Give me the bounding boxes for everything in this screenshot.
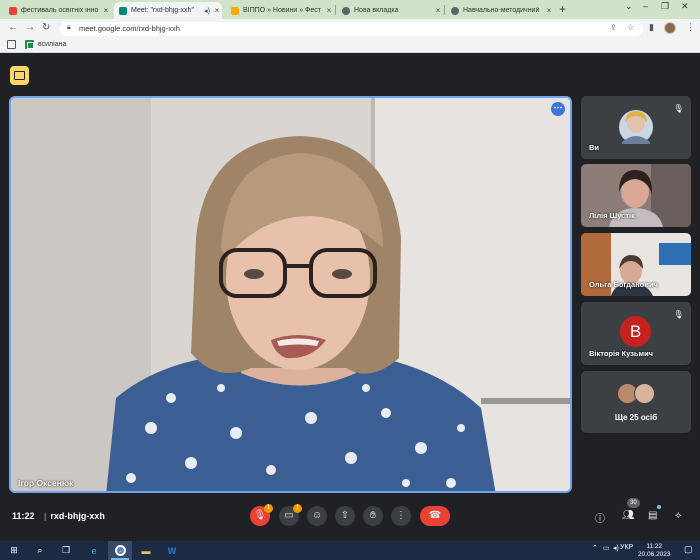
leave-call-button[interactable]: ☎︎ (420, 506, 450, 526)
close-tab-icon[interactable]: × (101, 6, 111, 15)
tab-title: ВІППО » Новини » Фест (243, 7, 321, 14)
task-view-icon[interactable]: ❐ (54, 541, 78, 560)
avatar (634, 383, 655, 404)
participant-name: Ольга Богданович (589, 280, 658, 289)
back-icon[interactable]: ← (8, 22, 18, 33)
share-icon[interactable]: ⇪ (610, 23, 617, 32)
taskbar-date: 20.06.2023 (638, 551, 671, 558)
meeting-clock: 11:22 (12, 511, 35, 521)
browser-tab[interactable]: Нова вкладка × (337, 2, 443, 19)
captions-icon[interactable] (10, 66, 29, 85)
reload-icon[interactable]: ↻ (42, 22, 50, 33)
tab-divider (444, 5, 445, 15)
close-tab-icon[interactable]: × (433, 6, 443, 15)
browser-tab-strip: фестиваль освітніх інно × Meet: "rxd-bhj… (0, 0, 700, 19)
gmail-favicon-icon (9, 6, 17, 15)
more-options-icon[interactable]: ⋯ (551, 102, 565, 116)
network-icon[interactable]: ▭ (603, 544, 610, 552)
search-icon[interactable]: ⌕ (28, 541, 52, 560)
participant-name: Ви (589, 143, 600, 152)
taskbar-clock[interactable]: 11:22 20.06.2023 (638, 543, 671, 559)
browser-tab[interactable]: Навчально-методичний × (446, 2, 554, 19)
lock-icon[interactable]: 🔒︎ (67, 24, 71, 32)
main-speaker-video[interactable] (9, 96, 572, 493)
browser-toolbar: ← → ↻ 🔒︎ meet.google.com/rxd-bhjg-xxh ⇪ … (0, 19, 700, 38)
present-screen-button[interactable]: ⇧ (335, 506, 355, 526)
globe-favicon-icon (342, 6, 350, 15)
people-icon[interactable]: 👥︎ (622, 510, 635, 521)
meeting-code: rxd-bhjg-xxh (44, 511, 105, 521)
close-tab-icon[interactable]: × (324, 6, 334, 15)
more-participants-label: Ще 25 осіб (614, 413, 658, 422)
word-icon[interactable]: W (160, 541, 184, 560)
more-participants-avatars (617, 383, 657, 405)
browser-tab[interactable]: фестиваль освітніх інно × (4, 2, 111, 19)
vippo-favicon-icon (231, 6, 239, 15)
reactions-button[interactable]: ☺ (307, 506, 327, 526)
close-tab-icon[interactable]: × (544, 6, 554, 15)
activities-icon[interactable]: ⟡ (675, 510, 682, 521)
speaker-video-frame (11, 98, 570, 491)
new-tab-button[interactable]: + (559, 2, 566, 16)
chrome-menu-icon[interactable]: ⋮ (686, 22, 695, 33)
participant-tile-self[interactable]: 🎙︎ Ви (581, 96, 691, 159)
windows-taskbar: ⊞ ⌕ ❐ e ▬ W ⌃ ▭ ◂) УКР 11:22 20.06.2023 … (0, 541, 700, 560)
participant-name: Вікторія Кузьмич (589, 349, 654, 358)
taskbar-time: 11:22 (646, 543, 663, 550)
tab-title: Нова вкладка (354, 7, 399, 14)
edge-icon[interactable]: e (82, 541, 106, 560)
profile-avatar[interactable] (664, 22, 676, 34)
participant-tile[interactable]: B 🎙︎ Вікторія Кузьмич (581, 302, 691, 365)
main-speaker-name: Ігор Оксенюк (18, 478, 74, 488)
windows-start-icon[interactable]: ⊞ (2, 541, 26, 560)
address-url[interactable]: meet.google.com/rxd-bhjg-xxh (79, 24, 180, 33)
participant-avatar: B (620, 316, 651, 347)
browser-tab[interactable]: ВІППО » Новини » Фест × (226, 2, 334, 19)
mic-off-icon: 🎙︎ (673, 104, 684, 113)
tab-search-icon[interactable]: ⌄ (625, 1, 633, 12)
globe-favicon-icon (451, 6, 459, 15)
notifications-icon[interactable]: ▢ (684, 544, 693, 555)
notification-dot (657, 505, 661, 509)
tab-audio-icon[interactable]: ◂) (202, 7, 212, 15)
more-options-button[interactable]: ⋮ (391, 506, 411, 526)
tab-title: Навчально-методичний (463, 7, 540, 14)
close-window-icon[interactable]: ✕ (681, 1, 689, 12)
meeting-info-icon[interactable]: ⓘ (595, 510, 605, 525)
bookmark-item[interactable]: всиліана (25, 40, 66, 49)
minimize-icon[interactable]: – (643, 1, 648, 11)
participant-count-badge: 30 (627, 498, 640, 508)
participant-tile[interactable]: Ольга Богданович (581, 233, 691, 296)
sheets-icon (25, 40, 34, 49)
participant-tile[interactable]: Лілія Шустік (581, 164, 691, 227)
address-bar[interactable]: 🔒︎ meet.google.com/rxd-bhjg-xxh ⇪ ☆ (60, 22, 643, 36)
participant-name: Лілія Шустік (589, 211, 635, 220)
tab-divider (335, 5, 336, 15)
more-participants-tile[interactable]: Ще 25 осіб (581, 371, 691, 433)
chat-icon[interactable]: ▤ (648, 510, 657, 521)
bookmarks-bar: всиліана (0, 38, 700, 53)
side-panel-icon[interactable]: ▮ (649, 22, 654, 33)
browser-tab-active[interactable]: Meet: "rxd-bhjg-xxh" ◂) × (114, 2, 222, 19)
mic-warning-badge: ! (264, 504, 273, 513)
bookmark-label: всиліана (38, 41, 67, 48)
tab-title: Meet: "rxd-bhjg-xxh" (131, 7, 194, 14)
close-tab-icon[interactable]: × (212, 6, 222, 15)
apps-icon[interactable] (7, 40, 16, 49)
camera-warning-badge: ! (293, 504, 302, 513)
restore-icon[interactable]: ❐ (661, 1, 669, 12)
volume-icon[interactable]: ◂) (613, 544, 619, 552)
meet-favicon-icon (119, 6, 127, 15)
file-explorer-icon[interactable]: ▬ (134, 541, 158, 560)
bookmark-star-icon[interactable]: ☆ (627, 23, 634, 32)
tab-title: фестиваль освітніх інно (21, 7, 99, 14)
tray-chevron-icon[interactable]: ⌃ (592, 544, 598, 552)
forward-icon[interactable]: → (25, 22, 35, 33)
chrome-icon[interactable] (108, 541, 132, 560)
mic-off-icon: 🎙︎ (673, 310, 684, 319)
language-indicator[interactable]: УКР (620, 544, 633, 551)
raise-hand-button[interactable]: ✋︎ (363, 506, 383, 526)
